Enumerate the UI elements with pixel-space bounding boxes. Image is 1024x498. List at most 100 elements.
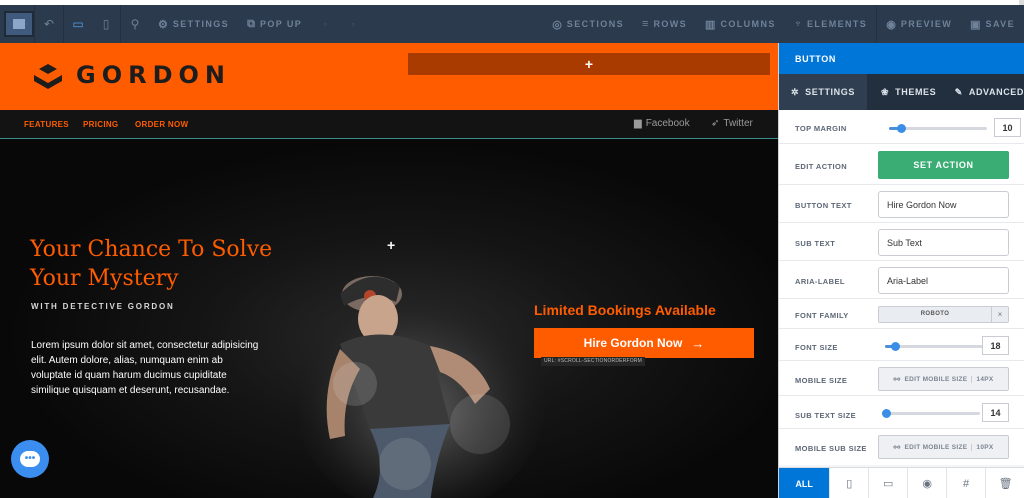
plugin-button[interactable]: ⚲: [121, 5, 149, 43]
eye-icon: ◉: [922, 478, 932, 490]
font-size-row: FONT SIZE 18: [779, 330, 1024, 361]
tab-advanced[interactable]: ✎ ADVANCED: [943, 74, 1024, 110]
aria-label-input[interactable]: Aria-Label: [878, 267, 1009, 294]
mobile-sub-size-label: MOBILE SUB SIZE: [795, 444, 867, 453]
sub-text-size-label: SUB TEXT SIZE: [795, 411, 857, 420]
top-margin-slider[interactable]: [889, 124, 987, 133]
rows-button[interactable]: ≡ Rows: [633, 5, 696, 43]
aria-label-label: ARIA-LABEL: [795, 277, 845, 286]
app-logo[interactable]: [4, 11, 34, 37]
popup-button[interactable]: ⧉ Pop Up: [238, 5, 311, 43]
brand-name: GORDON: [76, 61, 231, 89]
aria-label-row: ARIA-LABEL Aria-Label: [779, 262, 1024, 299]
hero-body-text: Lorem ipsum dolor sit amet, consectetur …: [31, 340, 259, 396]
mobile-size-value: 14PX: [971, 375, 993, 383]
top-margin-value[interactable]: 10: [994, 118, 1021, 137]
palette-icon: ❀: [881, 86, 890, 97]
site-header[interactable]: GORDON +: [0, 43, 778, 110]
button-text-label: BUTTON TEXT: [795, 201, 852, 210]
twitter-icon: ➶: [711, 118, 720, 129]
sub-text-size-value[interactable]: 14: [982, 403, 1009, 422]
chat-widget-button[interactable]: •••: [11, 440, 49, 478]
add-element-icon[interactable]: +: [387, 237, 395, 253]
button-text-input[interactable]: Hire Gordon Now: [878, 191, 1009, 218]
nav-link-features[interactable]: FEATURES: [24, 120, 69, 129]
history-button[interactable]: ◦: [339, 5, 367, 43]
sub-text-input[interactable]: Sub Text: [878, 229, 1009, 256]
wrench-icon: ✎: [954, 86, 963, 97]
hire-gordon-button[interactable]: Hire Gordon Now →: [534, 328, 754, 358]
preview-label: Preview: [900, 19, 953, 29]
anchor-id-button[interactable]: #: [947, 468, 987, 498]
font-size-value[interactable]: 18: [982, 336, 1009, 355]
preview-button[interactable]: ◉ Preview: [877, 5, 961, 43]
twitter-link[interactable]: ➶ Twitter: [711, 118, 753, 129]
elements-button[interactable]: ♆ Elements: [785, 5, 876, 43]
device-mobile-button[interactable]: ▯: [830, 468, 870, 498]
tab-settings-label: SETTINGS: [805, 87, 855, 97]
hero-subtitle: WITH DETECTIVE GORDON: [31, 302, 175, 311]
gear-icon: ✲: [791, 86, 800, 97]
cta-headline: Limited Bookings Available: [534, 302, 716, 318]
sections-button[interactable]: ◎ Sections: [543, 5, 633, 43]
mobile-size-label: MOBILE SIZE: [795, 376, 848, 385]
elements-label: Elements: [807, 19, 868, 29]
sub-text-size-slider[interactable]: [881, 409, 980, 418]
rows-label: Rows: [653, 19, 688, 29]
device-all-button[interactable]: ALL: [779, 468, 831, 498]
properties-panel: BUTTON ✲ SETTINGS ❀ THEMES ✎ ADVANCED TOP M…: [778, 43, 1024, 498]
top-margin-label: TOP MARGIN: [795, 124, 847, 133]
link-icon: ⚯: [893, 374, 901, 384]
redo-icon: ◦: [323, 17, 328, 31]
facebook-icon: ▆: [634, 118, 642, 129]
arrow-right-icon: →: [691, 335, 705, 351]
tab-settings[interactable]: ✲ SETTINGS: [779, 74, 867, 110]
font-family-select[interactable]: ROBOTO ×: [878, 306, 1009, 323]
facebook-label: Facebook: [645, 118, 690, 129]
window-corner: [1019, 0, 1024, 5]
save-button[interactable]: ▣ Save: [961, 5, 1024, 43]
redo-button[interactable]: ◦: [311, 5, 339, 43]
page-canvas: GORDON + FEATURES PRICING ORDER NOW ▆ Fac…: [0, 43, 778, 498]
font-size-slider[interactable]: [885, 342, 983, 351]
edit-mobile-size-button[interactable]: ⚯ EDIT MOBILE SIZE 14PX: [878, 367, 1009, 391]
url-tag: URL: #SCROLL-SECTIONORDERFORM: [541, 357, 646, 366]
font-size-label: FONT SIZE: [795, 343, 838, 352]
elements-icon: ♆: [793, 18, 802, 30]
edit-action-row: EDIT ACTION SET ACTION: [779, 145, 1024, 185]
twitter-label: Twitter: [723, 118, 753, 129]
undo-icon: ↶: [43, 17, 55, 31]
settings-button[interactable]: ⚙ Settings: [149, 5, 238, 43]
mobile-view-button[interactable]: ▯: [92, 5, 120, 43]
popup-label: Pop Up: [259, 19, 303, 29]
site-nav: FEATURES PRICING ORDER NOW ▆ Facebook ➶ Tw…: [0, 110, 778, 139]
device-desktop-button[interactable]: ▭: [869, 468, 909, 498]
edit-action-label: EDIT ACTION: [795, 162, 848, 171]
rows-icon: ≡: [642, 18, 649, 30]
mobile-sub-size-row: MOBILE SUB SIZE ⚯ EDIT MOBILE SIZE 10PX: [779, 430, 1024, 465]
font-family-row: FONT FAMILY ROBOTO ×: [779, 300, 1024, 329]
save-icon: ▣: [970, 18, 981, 31]
desktop-view-button[interactable]: ▭: [64, 5, 92, 43]
visibility-button[interactable]: ◉: [908, 468, 948, 498]
set-action-button[interactable]: SET ACTION: [878, 151, 1009, 179]
mobile-sub-size-value: 10PX: [971, 443, 993, 451]
edit-mobile-sub-size-label: EDIT MOBILE SIZE: [904, 443, 968, 451]
add-section-button[interactable]: +: [408, 53, 770, 75]
clear-icon[interactable]: ×: [991, 307, 1008, 322]
nav-link-order-now[interactable]: ORDER NOW: [135, 120, 188, 129]
logo-icon: [34, 64, 62, 89]
columns-button[interactable]: ▥ Columns: [696, 5, 785, 43]
edit-mobile-sub-size-button[interactable]: ⚯ EDIT MOBILE SIZE 10PX: [878, 435, 1009, 459]
settings-label: Settings: [172, 19, 230, 29]
hero-section[interactable]: Your Chance To Solve Your Mystery WITH D…: [0, 139, 778, 498]
undo-button[interactable]: ↶: [35, 5, 63, 43]
nav-link-pricing[interactable]: PRICING: [83, 120, 118, 129]
top-margin-row: TOP MARGIN 10: [779, 110, 1024, 144]
font-family-label: FONT FAMILY: [795, 311, 849, 320]
delete-button[interactable]: 🗑: [986, 468, 1024, 498]
facebook-link[interactable]: ▆ Facebook: [634, 118, 690, 129]
tab-themes[interactable]: ❀ THEMES: [867, 74, 943, 110]
tab-themes-label: THEMES: [895, 87, 937, 97]
panel-body: TOP MARGIN 10 EDIT ACTION SET ACTION BUT…: [779, 110, 1024, 465]
